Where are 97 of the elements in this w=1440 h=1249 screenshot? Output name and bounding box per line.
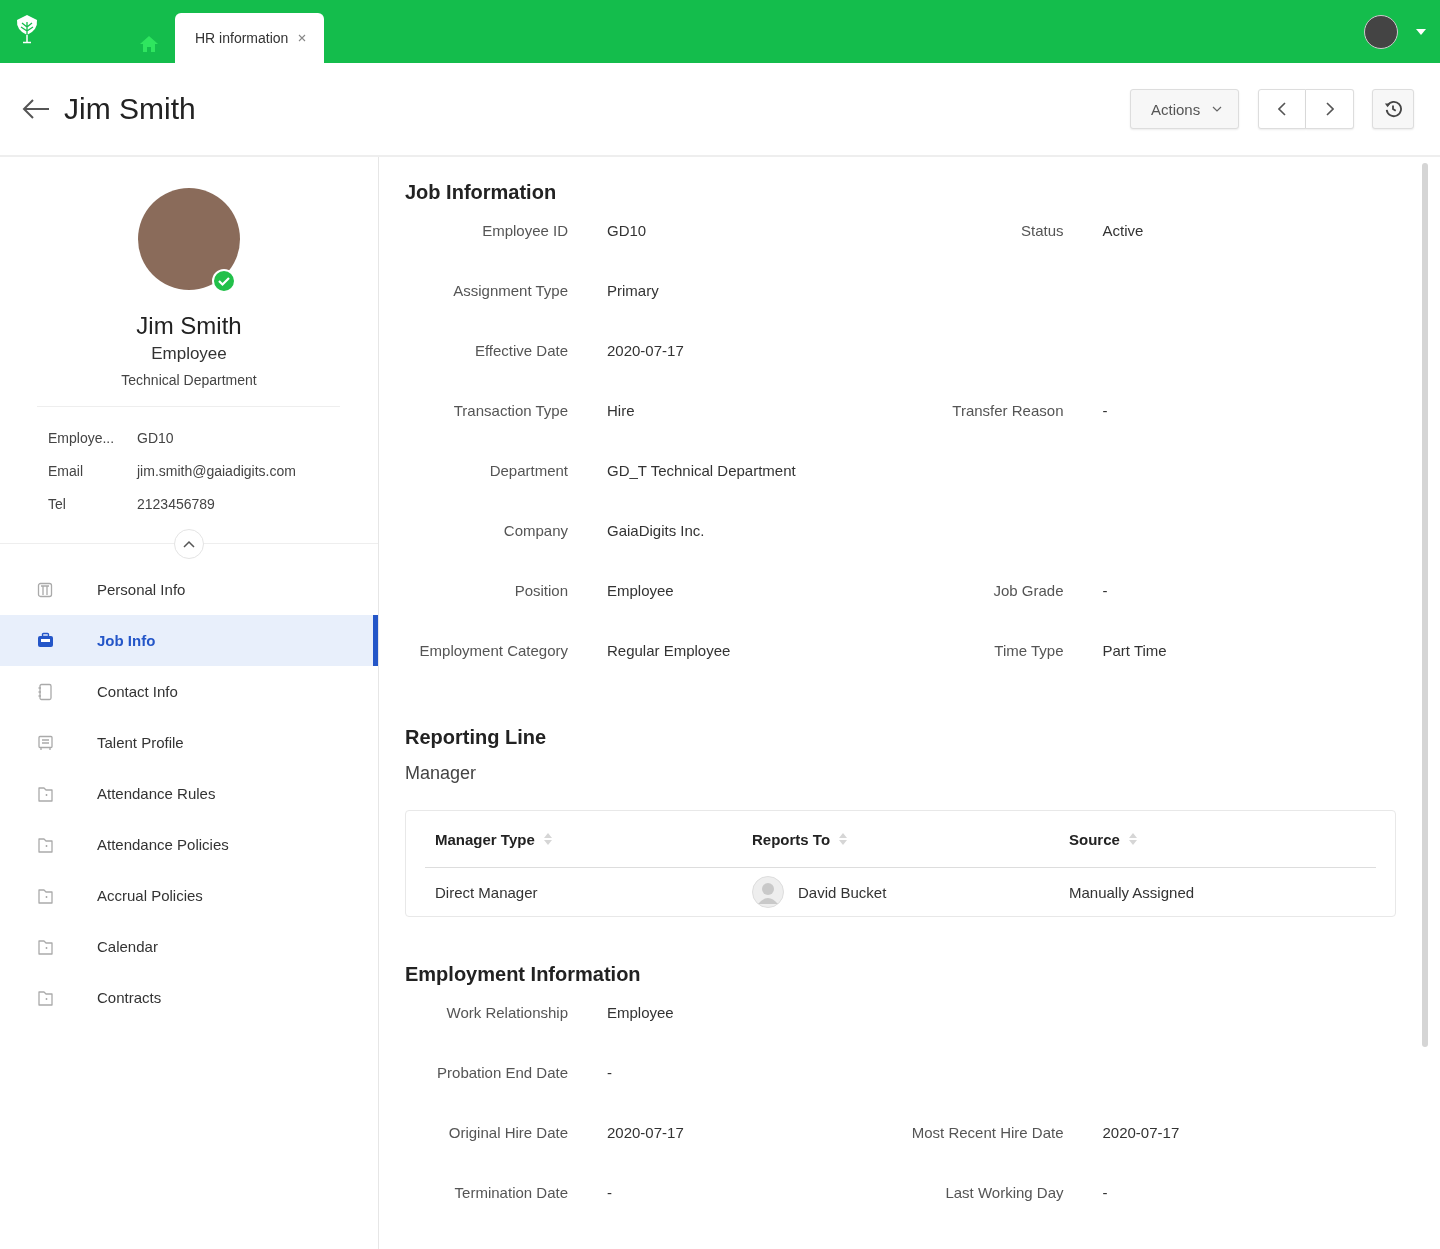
folder-icon [37, 835, 54, 854]
detail-value: jim.smith@gaiadigits.com [137, 462, 296, 481]
field-label: Company [502, 522, 568, 541]
back-arrow-icon[interactable] [22, 99, 50, 119]
chevron-up-icon [183, 540, 195, 548]
field-value: Hire [607, 402, 636, 421]
nav-item[interactable]: Contracts [0, 972, 378, 1023]
nav-item[interactable]: Attendance Rules [0, 768, 378, 819]
field-value: - [607, 1064, 613, 1083]
nav-item[interactable]: Talent Profile [0, 717, 378, 768]
field-label: Employee ID [481, 222, 568, 241]
avatar-silhouette-icon [752, 876, 784, 908]
chevron-down-icon [1212, 106, 1223, 112]
field-value: Employee [607, 582, 675, 601]
folder-icon [37, 988, 54, 1007]
nav-item[interactable]: Attendance Policies [0, 819, 378, 870]
sort-icon[interactable] [838, 832, 849, 846]
tab-label: HR information [195, 30, 289, 46]
tree-logo-icon [15, 13, 39, 44]
close-icon[interactable] [298, 34, 307, 42]
board-icon [37, 733, 54, 752]
column-header[interactable]: Reports To [752, 830, 831, 848]
history-icon [1384, 100, 1402, 118]
field-value: GaiaDigits Inc. [607, 522, 706, 541]
employee-name: Jim Smith [136, 312, 242, 340]
field-label: Probation End Date [436, 1064, 568, 1083]
column-header[interactable]: Manager Type [435, 830, 535, 848]
previous-button[interactable] [1258, 89, 1306, 129]
field-value: 2020-07-17 [607, 342, 685, 361]
folder-icon [37, 937, 54, 956]
table-cell: David Bucket [798, 883, 887, 901]
field-value: - [607, 1184, 613, 1203]
user-avatar[interactable] [1364, 14, 1398, 49]
field-label: Transaction Type [452, 402, 568, 421]
field-label: Department [488, 462, 568, 481]
detail-label: Email [48, 462, 84, 481]
employee-role: Employee [151, 344, 227, 364]
field-value: 2020-07-17 [607, 1124, 685, 1143]
field-value: GD10 [607, 222, 648, 241]
nav-item[interactable]: Accrual Policies [0, 870, 378, 921]
field-label: Transfer Reason [951, 402, 1064, 421]
field-label: Work Relationship [445, 1004, 568, 1023]
field-value: GD_T Technical Department [607, 462, 797, 481]
detail-value: 2123456789 [137, 495, 215, 514]
actions-button[interactable]: Actions [1130, 89, 1239, 129]
chevron-left-icon [1278, 102, 1286, 116]
section-title: Employment Information [405, 963, 642, 986]
field-label: Position [513, 582, 568, 601]
detail-label: Employe... [48, 429, 116, 448]
field-value: - [1102, 582, 1109, 601]
table-cell: Direct Manager [435, 883, 538, 901]
field-label: Original Hire Date [447, 1124, 568, 1143]
field-value: Active [1102, 222, 1145, 241]
notebook-icon [37, 682, 54, 701]
nav-item[interactable]: Personal Info [0, 564, 378, 615]
field-label: Assignment Type [452, 282, 568, 301]
table-cell: Manually Assigned [1069, 883, 1195, 901]
chevron-right-icon [1325, 102, 1334, 116]
column-header[interactable]: Source [1069, 830, 1120, 848]
field-value: Primary [607, 282, 660, 301]
nav-item[interactable]: Job Info [0, 615, 378, 666]
employee-department: Technical Department [121, 372, 257, 388]
field-value: - [1102, 1184, 1109, 1203]
sort-icon[interactable] [542, 832, 553, 846]
section-title: Reporting Line [405, 726, 548, 749]
field-value: Employee [607, 1004, 675, 1023]
field-value: - [1102, 402, 1109, 421]
sort-icon[interactable] [1127, 832, 1138, 846]
field-label: Termination Date [453, 1184, 568, 1203]
folder-icon [37, 886, 54, 905]
field-label: Employment Category [418, 642, 568, 661]
field-label: Time Type [993, 642, 1064, 661]
section-title: Job Information [405, 181, 558, 204]
page-title: Jim Smith [64, 92, 196, 126]
folder-icon [37, 784, 54, 803]
field-label: Most Recent Hire Date [910, 1124, 1064, 1143]
field-value: Part Time [1102, 642, 1168, 661]
next-button[interactable] [1306, 89, 1354, 129]
field-value: Regular Employee [607, 642, 732, 661]
field-label: Status [1019, 222, 1064, 241]
field-label: Job Grade [992, 582, 1064, 601]
id-card-icon [37, 580, 54, 599]
home-icon[interactable] [139, 35, 159, 53]
scrollbar[interactable] [1422, 163, 1428, 1047]
history-button[interactable] [1372, 89, 1414, 129]
detail-label: Tel [48, 495, 67, 514]
nav-item[interactable]: Contact Info [0, 666, 378, 717]
field-label: Effective Date [473, 342, 568, 361]
caret-icon[interactable] [1416, 28, 1426, 35]
briefcase-icon [37, 631, 54, 650]
field-label: Last Working Day [944, 1184, 1064, 1203]
collapse-button[interactable] [174, 529, 204, 559]
subsection-title: Manager [405, 763, 478, 784]
field-value: 2020-07-17 [1102, 1124, 1181, 1143]
detail-value: GD10 [137, 429, 174, 448]
tab[interactable]: HR information [175, 13, 325, 63]
nav-item[interactable]: Calendar [0, 921, 378, 972]
